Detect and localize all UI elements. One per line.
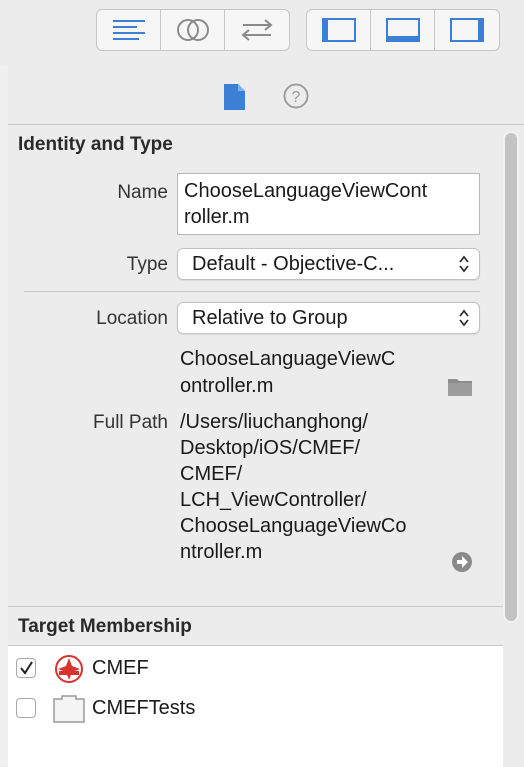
full-path-line: /Users/liuchanghong/ [180,411,368,433]
target-row: CMEFTests [8,692,503,726]
debug-area-toggle-button[interactable] [371,10,435,50]
quick-help-icon: ? [283,83,309,109]
target-name: CMEF [92,657,149,679]
name-value-line2: roller.m [184,206,250,228]
location-label: Location [96,308,168,329]
standard-editor-icon [112,20,145,40]
folder-icon [448,379,472,396]
navigator-toggle-button[interactable] [307,10,371,50]
top-toolbar [0,0,524,67]
full-path-line: CMEF/ [180,463,243,485]
cmeftests-checkbox[interactable] [16,698,36,718]
popup-arrows-icon [459,309,469,327]
file-inspector-icon [224,84,245,110]
target-name: CMEFTests [92,697,196,719]
app-icon [55,655,83,683]
name-value-line1: ChooseLanguageViewCont [184,180,428,202]
svg-text:?: ? [292,89,301,106]
version-editor-button[interactable] [225,10,289,50]
assistant-editor-button[interactable] [161,10,225,50]
choose-folder-button[interactable] [448,376,472,396]
full-path-line: Desktop/iOS/CMEF/ [180,437,361,459]
inspector-selector-bar: ? [8,66,524,125]
view-toggle-segmented-control [306,9,500,51]
quick-help-tab[interactable]: ? [282,82,312,112]
identity-section-title: Identity and Type [18,134,173,155]
type-value: Default - Objective-C... [192,253,395,275]
section-divider [24,291,480,292]
location-popup[interactable]: Relative to Group [177,302,480,334]
version-editor-icon [241,19,273,41]
type-label: Type [126,254,168,275]
popup-arrows-icon [459,255,469,273]
target-membership-list: CMEF CMEFTests [8,645,503,767]
file-inspector-tab[interactable] [220,82,250,112]
checkmark-icon [20,661,33,675]
navigator-toggle-icon [321,18,356,42]
test-bundle-icon [53,695,85,723]
target-membership-title: Target Membership [18,616,192,637]
arrow-circle-icon [452,552,472,572]
name-label: Name [117,182,168,203]
utilities-toggle-button[interactable] [435,10,499,50]
standard-editor-button[interactable] [97,10,161,50]
full-path-line: LCH_ViewController/ [180,489,367,511]
full-path-line: ntroller.m [180,541,263,563]
section-divider [8,606,503,607]
utilities-toggle-icon [450,18,484,42]
reveal-in-finder-button[interactable] [451,551,473,573]
file-inspector-panel: Identity and Type Name ChooseLanguageVie… [8,125,524,767]
relative-path-line1: ChooseLanguageViewC [180,348,396,370]
scrollbar-thumb[interactable] [505,133,517,621]
vertical-scrollbar[interactable] [503,131,519,623]
target-row: CMEF [8,652,503,686]
name-field[interactable]: ChooseLanguageViewCont roller.m [177,173,480,235]
full-path-line: ChooseLanguageViewCo [180,515,407,537]
debug-area-toggle-icon [385,18,420,42]
type-popup[interactable]: Default - Objective-C... [177,248,480,280]
relative-path-line2: ontroller.m [180,375,274,397]
assistant-editor-icon [176,19,209,41]
full-path-label: Full Path [93,412,168,433]
editor-mode-segmented-control [96,9,290,51]
location-value: Relative to Group [192,307,348,329]
cmef-checkbox[interactable] [16,658,36,678]
